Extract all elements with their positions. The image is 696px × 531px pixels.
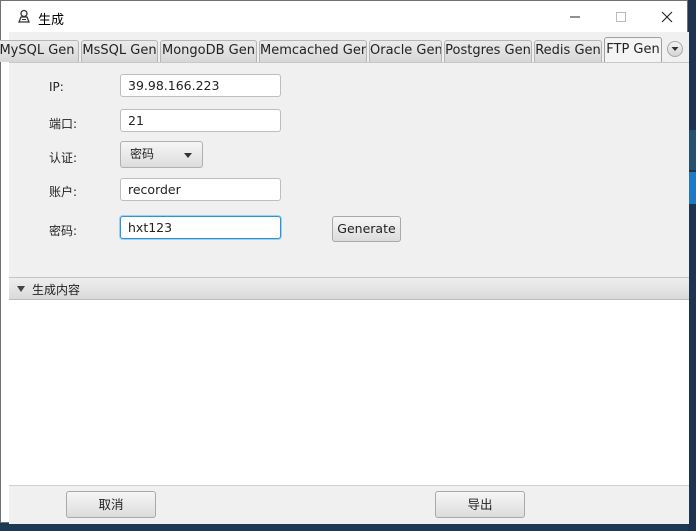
dropdown-arrow-icon [184, 153, 192, 158]
ip-label: IP: [49, 80, 64, 94]
password-label: 密码: [49, 224, 78, 238]
tab-divider [9, 62, 689, 63]
footer-bar: 取消 导出 [9, 486, 689, 524]
cancel-button[interactable]: 取消 [66, 491, 156, 518]
desktop-element [688, 172, 696, 204]
dialog-window: 生成 MySQL Gen MsSQL Gen MongoDB Gen Memca… [0, 0, 689, 524]
tab-mysql-gen[interactable]: MySQL Gen [0, 40, 79, 62]
tab-overflow-button[interactable] [667, 41, 683, 57]
tab-ftp-gen[interactable]: FTP Gen [604, 37, 662, 63]
app-icon [18, 9, 30, 23]
tab-postgres-gen[interactable]: Postgres Gen [444, 40, 532, 62]
desktop-element [688, 130, 696, 170]
close-icon [661, 11, 673, 22]
port-label: 端口: [49, 117, 78, 131]
ip-field[interactable]: 39.98.166.223 [120, 74, 281, 97]
minimize-button[interactable] [552, 1, 598, 32]
auth-label: 认证: [49, 151, 78, 165]
title-bar: 生成 [1, 1, 687, 32]
tab-bar: MySQL Gen MsSQL Gen MongoDB Gen Memcache… [0, 37, 689, 63]
tab-oracle-gen[interactable]: Oracle Gen [369, 40, 442, 62]
dialog-content: MySQL Gen MsSQL Gen MongoDB Gen Memcache… [0, 32, 689, 524]
window-title: 生成 [38, 13, 65, 28]
minimize-icon [570, 16, 580, 17]
collapse-arrow-icon [17, 286, 25, 292]
account-label: 账户: [49, 185, 78, 199]
tab-mssql-gen[interactable]: MsSQL Gen [81, 40, 158, 62]
output-pane-title: 生成内容 [32, 283, 81, 297]
maximize-button[interactable] [598, 1, 644, 32]
tab-mongodb-gen[interactable]: MongoDB Gen [160, 40, 257, 62]
account-field[interactable]: recorder [120, 178, 281, 201]
output-textarea[interactable] [9, 300, 689, 486]
chevron-down-icon [671, 47, 679, 51]
password-field[interactable]: hxt123 [120, 216, 281, 239]
tab-redis-gen[interactable]: Redis Gen [534, 40, 602, 62]
auth-select-value: 密码 [130, 147, 155, 161]
close-button[interactable] [644, 1, 690, 32]
generate-button[interactable]: Generate [332, 216, 401, 242]
export-button[interactable]: 导出 [435, 491, 525, 518]
desktop-background [688, 0, 696, 531]
tab-memcached-gen[interactable]: Memcached Gen [259, 40, 367, 62]
auth-select[interactable]: 密码 [120, 141, 203, 168]
maximize-icon [616, 11, 626, 22]
port-field[interactable]: 21 [120, 109, 281, 132]
output-pane-header[interactable]: 生成内容 [9, 277, 689, 300]
